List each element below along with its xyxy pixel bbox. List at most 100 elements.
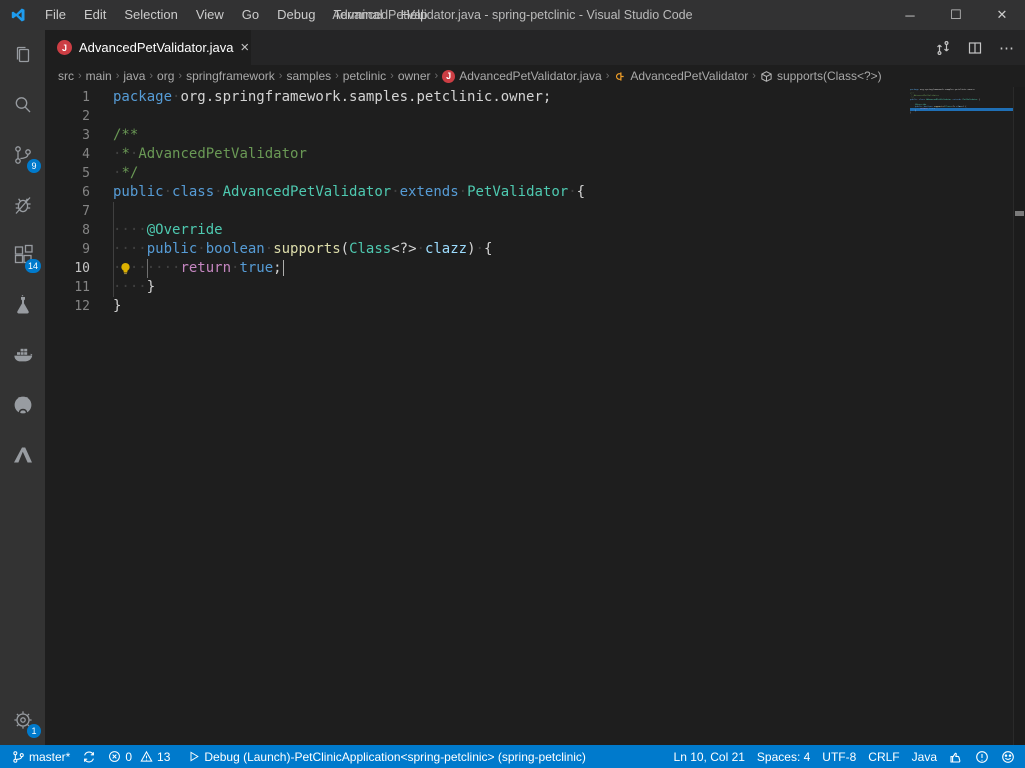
open-changes-icon[interactable] [935, 40, 951, 56]
debug-icon [11, 193, 35, 217]
breadcrumb-item[interactable]: AdvancedPetValidator [613, 69, 748, 83]
tab-advancedpetvalidator[interactable]: J AdvancedPetValidator.java × [45, 30, 251, 65]
split-editor-icon[interactable] [967, 40, 983, 56]
badge: 1 [27, 724, 41, 738]
encoding-button[interactable]: UTF-8 [816, 745, 862, 768]
breadcrumb-item[interactable]: springframework [186, 69, 275, 83]
error-icon [108, 750, 121, 763]
line-content: public·class·AdvancedPetValidator·extend… [113, 183, 585, 202]
close-tab-icon[interactable]: × [240, 40, 249, 55]
activity-azure[interactable] [0, 430, 45, 480]
code-line-12[interactable]: 12} [45, 297, 1025, 316]
activity-source-control[interactable]: 9 [0, 130, 45, 180]
play-icon [188, 750, 200, 763]
breadcrumb-item[interactable]: org [157, 69, 174, 83]
search-icon [11, 93, 35, 117]
problems-button[interactable]: 0 13 [102, 745, 176, 768]
breadcrumb-item[interactable]: src [58, 69, 74, 83]
sync-button[interactable] [76, 745, 102, 768]
activity-bar: 9 14 1 [0, 30, 45, 745]
menu-edit[interactable]: Edit [75, 0, 115, 30]
breadcrumb-item[interactable]: java [123, 69, 145, 83]
badge: 9 [27, 159, 41, 173]
breadcrumb-item[interactable]: owner [398, 69, 431, 83]
activity-explorer[interactable] [0, 30, 45, 80]
activity-github[interactable] [0, 380, 45, 430]
minimap[interactable]: package·org.springframework.samples.petc… [910, 89, 1013, 745]
warning-count: 13 [157, 750, 170, 764]
breadcrumb-separator: › [174, 70, 186, 82]
code-line-1[interactable]: 1package·org.springframework.samples.pet… [45, 88, 1025, 107]
code-line-3[interactable]: 3/** [45, 126, 1025, 145]
minimize-icon[interactable]: ─ [887, 0, 933, 30]
badge: 14 [25, 259, 41, 273]
more-actions-icon[interactable]: ⋯ [999, 39, 1015, 57]
menu-go[interactable]: Go [233, 0, 268, 30]
debug-label: Debug (Launch)-PetClinicApplication<spri… [204, 750, 586, 764]
line-content: package·org.springframework.samples.petc… [113, 88, 551, 107]
cursor-position-button[interactable]: Ln 10, Col 21 [668, 745, 751, 768]
tweet-feedback-button[interactable] [995, 745, 1017, 768]
git-branch-button[interactable]: master* [10, 745, 76, 768]
code-editor[interactable]: 1package·org.springframework.samples.pet… [45, 87, 1025, 745]
code-line-10[interactable]: 10········return·true; [45, 259, 1025, 278]
eol-button[interactable]: CRLF [862, 745, 905, 768]
close-window-icon[interactable]: ✕ [979, 0, 1025, 30]
tab-bar: J AdvancedPetValidator.java × ⋯ [45, 30, 1025, 65]
breadcrumb-item[interactable]: samples [286, 69, 331, 83]
class-icon [613, 70, 626, 83]
code-line-9[interactable]: 9····public·boolean·supports(Class<?>·cl… [45, 240, 1025, 259]
indentation-button[interactable]: Spaces: 4 [751, 745, 816, 768]
breadcrumb-item[interactable]: petclinic [343, 69, 386, 83]
line-content: ········return·true; [113, 259, 284, 278]
menu-file[interactable]: File [36, 0, 75, 30]
lightbulb-icon[interactable] [118, 261, 133, 276]
menu-view[interactable]: View [187, 0, 233, 30]
code-line-2[interactable]: 2 [45, 107, 1025, 126]
code-line-6[interactable]: 6public·class·AdvancedPetValidator·exten… [45, 183, 1025, 202]
line-number: 12 [45, 297, 113, 316]
notifications-button[interactable] [969, 745, 995, 768]
code-line-4[interactable]: 4·*·AdvancedPetValidator [45, 145, 1025, 164]
breadcrumb-item[interactable]: supports(Class<?>) [760, 69, 882, 83]
status-bar: master* 0 13 Debug (Launch)-PetClinicApp… [0, 745, 1025, 768]
github-icon [11, 393, 35, 417]
code-line-5[interactable]: 5·*/ [45, 164, 1025, 183]
breadcrumb-separator: › [602, 70, 614, 82]
line-content: ····@Override [113, 221, 223, 240]
menu-debug[interactable]: Debug [268, 0, 324, 30]
breadcrumb-separator: › [275, 70, 287, 82]
menu-selection[interactable]: Selection [115, 0, 186, 30]
breadcrumb-separator: › [748, 70, 760, 82]
scrollbar[interactable] [1013, 87, 1025, 745]
code-line-8[interactable]: 8····@Override [45, 221, 1025, 240]
line-number: 8 [45, 221, 113, 240]
sync-icon [82, 750, 96, 764]
line-number: 11 [45, 278, 113, 297]
activity-search[interactable] [0, 80, 45, 130]
debug-launch-button[interactable]: Debug (Launch)-PetClinicApplication<spri… [182, 745, 592, 768]
line-content: ·*/ [113, 164, 138, 183]
activity-extensions[interactable]: 14 [0, 230, 45, 280]
feedback-button[interactable] [943, 745, 969, 768]
breadcrumb-item[interactable]: JAdvancedPetValidator.java [442, 69, 602, 83]
breadcrumb-separator: › [145, 70, 157, 82]
language-mode-button[interactable]: Java [906, 745, 943, 768]
code-line-7[interactable]: 7 [45, 202, 1025, 221]
scrollbar-marker [1015, 211, 1024, 216]
line-number: 4 [45, 145, 113, 164]
activity-run-and-debug[interactable] [0, 180, 45, 230]
active-indent-guide [147, 259, 148, 278]
activity-manage[interactable]: 1 [0, 695, 45, 745]
beaker-icon [11, 293, 35, 317]
branch-label: master* [29, 750, 70, 764]
breadcrumb-item[interactable]: main [86, 69, 112, 83]
breadcrumb-separator: › [331, 70, 343, 82]
activity-docker[interactable] [0, 330, 45, 380]
line-number: 7 [45, 202, 113, 221]
window-title: AdvancedPetValidator.java - spring-petcl… [332, 8, 692, 22]
maximize-icon[interactable]: ☐ [933, 0, 979, 30]
code-line-11[interactable]: 11····} [45, 278, 1025, 297]
activity-test-explorer[interactable] [0, 280, 45, 330]
vscode-logo-icon [10, 7, 26, 23]
